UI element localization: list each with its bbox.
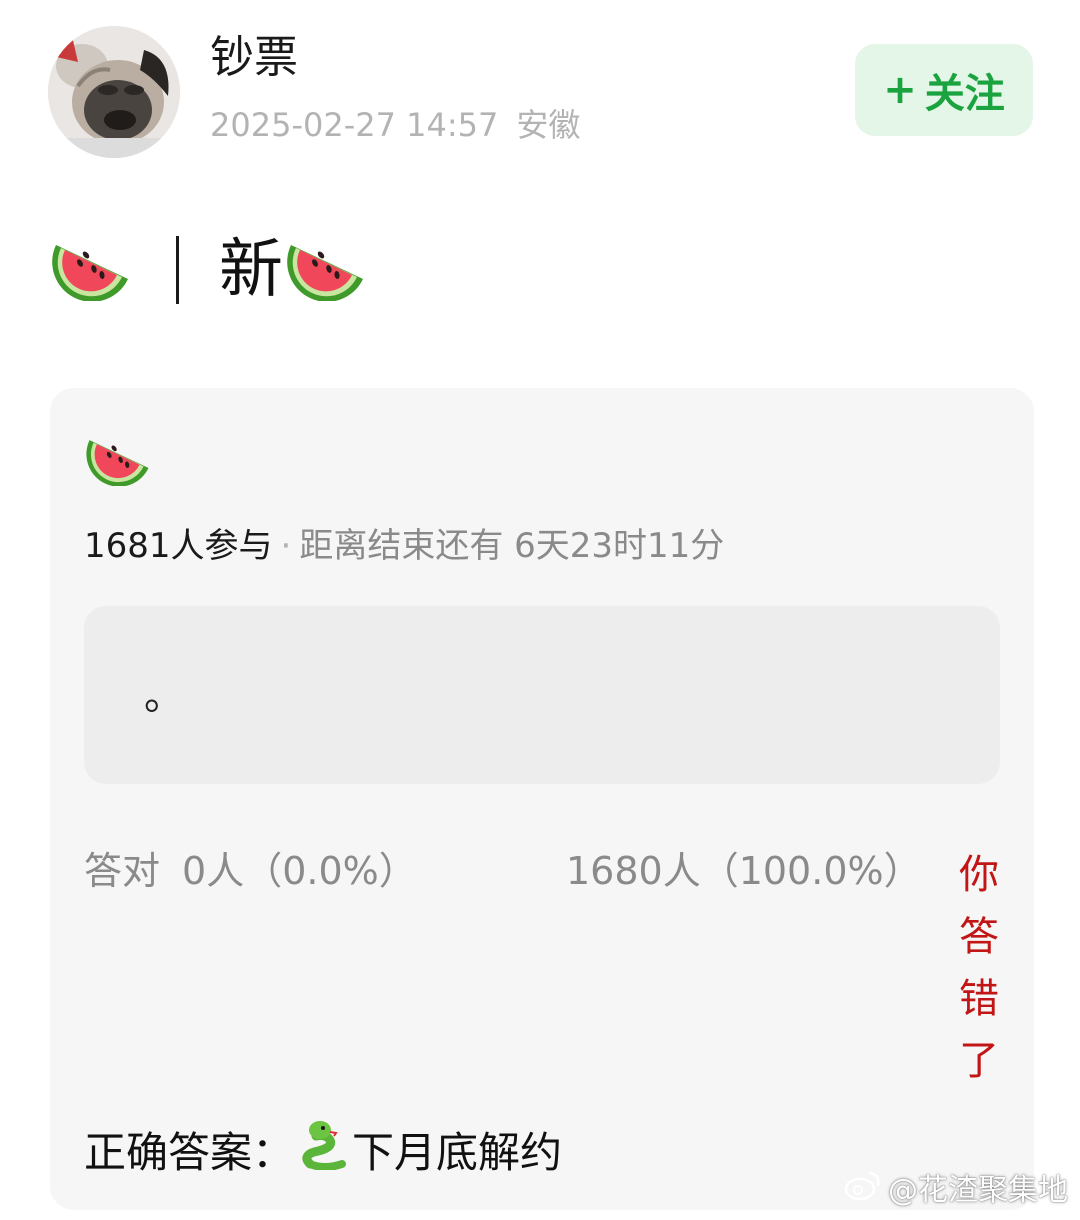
follow-button[interactable]: + 关注	[855, 44, 1033, 136]
quiz-card: 1681人参与 · 距离结束还有 6天23时11分 。 答对 0人（0.0%） 168…	[50, 388, 1034, 1210]
post-date: 2025-02-27 14:57	[210, 106, 499, 144]
answer-label: 正确答案：	[84, 1128, 295, 1177]
correct-count: 0人（0.0%）	[182, 849, 417, 893]
snake-icon	[300, 1118, 348, 1188]
quiz-option[interactable]: 。	[84, 606, 1000, 784]
avatar[interactable]	[48, 26, 180, 158]
correct-result: 答对 0人（0.0%）	[84, 846, 417, 896]
correct-answer: 正确答案： 下月底解约	[84, 1118, 562, 1188]
answer-text: 下月底解约	[352, 1128, 563, 1177]
participant-count: 1681人参与	[84, 526, 273, 566]
watermelon-icon	[287, 235, 367, 305]
post-title: 新	[52, 228, 367, 312]
stats-separator: ·	[280, 526, 292, 566]
weibo-logo-icon	[844, 1169, 882, 1212]
post-location: 安徽	[516, 106, 581, 144]
post-title-text: 新	[219, 233, 283, 307]
watermark: @花渣聚集地	[844, 1169, 1068, 1212]
watermelon-icon	[52, 235, 132, 305]
watermelon-icon	[86, 432, 152, 490]
correct-label: 答对	[84, 849, 161, 893]
post-meta: 2025-02-27 14:57 安徽	[210, 104, 580, 146]
author-name[interactable]: 钞票	[210, 30, 298, 86]
pug-avatar-image	[48, 26, 180, 158]
wrong-answer-notice: 你答错了	[959, 852, 999, 1084]
countdown: 距离结束还有 6天23时11分	[299, 526, 725, 566]
title-divider	[176, 236, 179, 304]
option-text: 。	[144, 673, 184, 719]
follow-label: 关注	[924, 71, 1005, 117]
watermark-text: @花渣聚集地	[888, 1172, 1068, 1208]
plus-icon: +	[883, 67, 917, 113]
quiz-stats: 1681人参与 · 距离结束还有 6天23时11分	[84, 524, 724, 568]
wrong-count: 1680人（100.0%）	[566, 849, 922, 893]
